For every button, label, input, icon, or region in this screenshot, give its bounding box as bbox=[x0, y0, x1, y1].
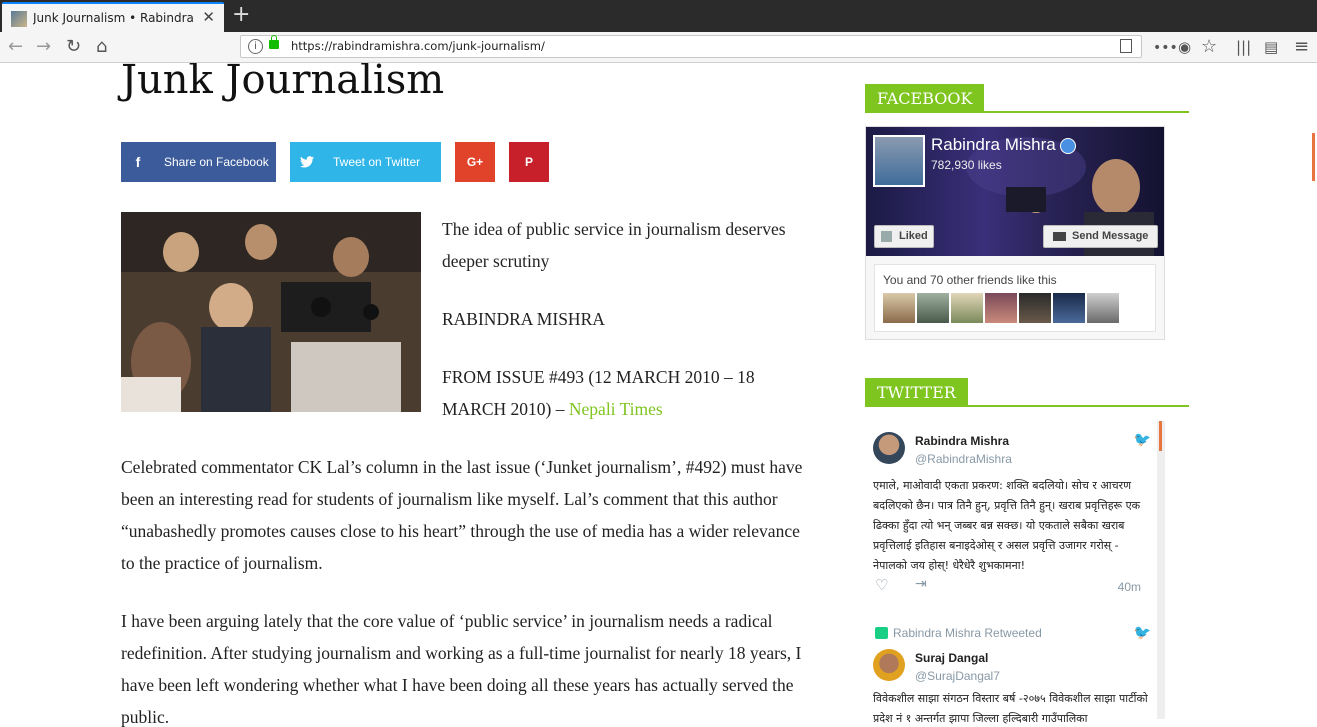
tweet-author-name[interactable]: Suraj Dangal bbox=[915, 651, 988, 665]
intro-line: The idea of public service in journalism… bbox=[442, 219, 786, 271]
tweet-author-handle[interactable]: @RabindraMishra bbox=[915, 452, 1012, 466]
facebook-f-icon bbox=[881, 231, 892, 242]
pocket-icon[interactable]: ◉ bbox=[1178, 38, 1191, 56]
fb-message-label: Send Message bbox=[1072, 230, 1149, 242]
twitter-section-divider bbox=[865, 405, 1189, 407]
url-bar[interactable]: i https://rabindramishra.com/junk-journa… bbox=[240, 35, 1142, 58]
verified-badge-icon bbox=[1059, 137, 1076, 154]
facebook-section-title: FACEBOOK bbox=[865, 84, 985, 113]
tweet-text: एमाले, माओवादी एकता प्रकरण: शक्ति बदलियो… bbox=[873, 479, 1141, 572]
tweet-author-name[interactable]: Rabindra Mishra bbox=[915, 434, 1009, 448]
twitter-timeline-widget: Rabindra Mishra @RabindraMishra 🐦 एमाले,… bbox=[865, 419, 1167, 725]
share-facebook-button[interactable]: f Share on Facebook bbox=[121, 142, 276, 182]
facebook-profile-picture[interactable] bbox=[873, 135, 925, 187]
friend-avatar[interactable] bbox=[1053, 293, 1085, 323]
page-scrollbar-thumb[interactable] bbox=[1312, 133, 1315, 181]
home-icon[interactable]: ⌂ bbox=[96, 38, 107, 56]
facebook-friends-panel: You and 70 other friends like this bbox=[874, 264, 1156, 332]
article-intro: The idea of public service in journalism… bbox=[442, 213, 802, 451]
facebook-likes-count: 782,930 likes bbox=[931, 158, 1002, 172]
sidebar-toggle-icon[interactable]: ▤ bbox=[1264, 38, 1278, 56]
facebook-cover[interactable]: Rabindra Mishra 782,930 likes Liked Send… bbox=[866, 127, 1164, 256]
nepali-times-link[interactable]: Nepali Times bbox=[569, 399, 663, 419]
reader-view-icon[interactable] bbox=[1120, 39, 1132, 53]
menu-icon[interactable]: ≡ bbox=[1294, 38, 1309, 56]
like-heart-icon[interactable]: ♡ bbox=[875, 576, 888, 594]
tab-active[interactable]: Junk Journalism • Rabindra Mishra ✕ bbox=[2, 2, 224, 32]
share-googleplus-button[interactable]: G+ bbox=[455, 142, 495, 182]
tweet-timestamp[interactable]: 40m bbox=[1118, 580, 1141, 594]
tweet-text: विवेकशील साझा संगठन विस्तार बर्ष -२०७५ व… bbox=[873, 692, 1148, 725]
tweet-author-handle[interactable]: @SurajDangal7 bbox=[915, 669, 1000, 683]
friend-avatar[interactable] bbox=[917, 293, 949, 323]
facebook-send-message-button[interactable]: Send Message bbox=[1043, 225, 1158, 248]
library-icon[interactable]: ||| bbox=[1236, 38, 1251, 56]
friend-avatar[interactable] bbox=[1087, 293, 1119, 323]
share-icon[interactable]: ⇥ bbox=[915, 576, 927, 592]
page-title: Junk Journalism bbox=[121, 63, 445, 103]
friend-avatar[interactable] bbox=[1019, 293, 1051, 323]
article-photo bbox=[121, 212, 421, 412]
share-twitter-label: Tweet on Twitter bbox=[333, 155, 421, 169]
retweet-icon bbox=[875, 627, 888, 639]
navigation-bar: ← → ↻ ⌂ i https://rabindramishra.com/jun… bbox=[0, 32, 1317, 63]
reload-icon[interactable]: ↻ bbox=[66, 38, 81, 56]
share-pinterest-button[interactable]: P bbox=[509, 142, 549, 182]
url-text[interactable]: https://rabindramishra.com/junk-journali… bbox=[291, 39, 545, 53]
issue-line: FROM ISSUE #493 (12 MARCH 2010 – 18 MARC… bbox=[442, 361, 802, 425]
share-twitter-button[interactable]: Tweet on Twitter bbox=[290, 142, 441, 182]
back-icon[interactable]: ← bbox=[8, 38, 23, 56]
twitter-bird-icon[interactable]: 🐦 bbox=[1134, 432, 1151, 448]
facebook-section-divider bbox=[865, 111, 1189, 113]
twitter-scrollbar[interactable] bbox=[1157, 421, 1165, 719]
lock-icon bbox=[269, 35, 279, 49]
share-facebook-label: Share on Facebook bbox=[164, 155, 269, 169]
tweet-avatar[interactable] bbox=[873, 649, 905, 681]
facebook-icon: f bbox=[135, 154, 141, 170]
tab-close-icon[interactable]: ✕ bbox=[202, 8, 215, 26]
friend-avatar[interactable] bbox=[951, 293, 983, 323]
fb-liked-label: Liked bbox=[899, 230, 928, 242]
facebook-liked-button[interactable]: Liked bbox=[874, 225, 934, 248]
retweet-label: Rabindra Mishra Retweeted bbox=[893, 626, 1042, 640]
forward-icon[interactable]: → bbox=[36, 38, 51, 56]
tab-bar: Junk Journalism • Rabindra Mishra ✕ + bbox=[0, 0, 1317, 32]
twitter-scrollbar-thumb[interactable] bbox=[1159, 421, 1162, 451]
twitter-icon bbox=[290, 142, 324, 183]
facebook-page-widget: Rabindra Mishra 782,930 likes Liked Send… bbox=[865, 126, 1165, 340]
bookmark-star-icon[interactable]: ☆ bbox=[1201, 38, 1217, 56]
tab-title: Junk Journalism • Rabindra Mishra bbox=[33, 11, 198, 25]
article-paragraph-2: I have been arguing lately that the core… bbox=[121, 611, 802, 727]
friend-avatar[interactable] bbox=[883, 293, 915, 323]
page-scrollbar[interactable] bbox=[1310, 63, 1317, 727]
message-icon bbox=[1053, 232, 1066, 241]
new-tab-button[interactable]: + bbox=[232, 2, 250, 27]
page-actions-icon[interactable]: ••• bbox=[1153, 39, 1178, 57]
article-paragraph-1: Celebrated commentator CK Lal’s column i… bbox=[121, 457, 803, 573]
twitter-bird-icon[interactable]: 🐦 bbox=[1134, 625, 1151, 641]
facebook-friends-text: You and 70 other friends like this bbox=[883, 273, 1057, 287]
page-content: Junk Journalism f Share on Facebook Twee… bbox=[0, 63, 1317, 727]
fb-page-name-text[interactable]: Rabindra Mishra bbox=[931, 135, 1056, 154]
tweet-avatar[interactable] bbox=[873, 432, 905, 464]
author-name: RABINDRA MISHRA bbox=[442, 309, 605, 329]
facebook-page-name[interactable]: Rabindra Mishra bbox=[931, 135, 1076, 155]
friend-avatar[interactable] bbox=[985, 293, 1017, 323]
twitter-section-title: TWITTER bbox=[865, 378, 968, 407]
favicon-icon bbox=[11, 11, 27, 27]
info-icon[interactable]: i bbox=[248, 39, 263, 54]
